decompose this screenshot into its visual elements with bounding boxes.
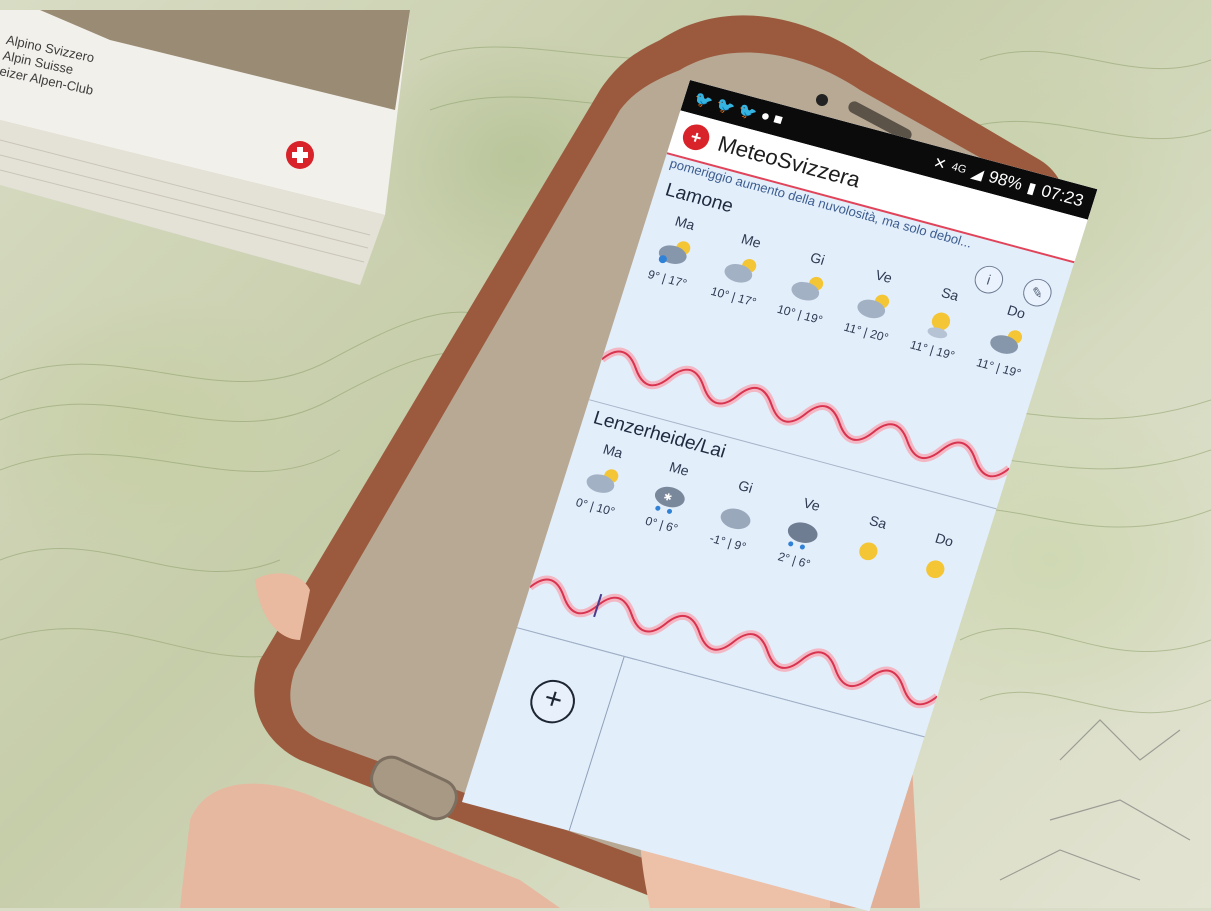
sun-icon [925,560,945,579]
network-type: 4G [950,160,968,177]
rain-cloud-icon [787,522,818,550]
battery-level: 98% [986,167,1025,195]
swiss-shield-icon: + [679,121,713,154]
signal-icon: ◢ [969,164,986,184]
sun-cloud-icon [725,259,757,283]
column-divider [566,656,625,838]
sun-cloud-rain-icon [658,241,691,264]
snow-cloud-icon: ✱ [655,486,686,514]
mute-icon: ✕ [931,154,949,174]
sun-cloud-icon [586,469,619,493]
clock: 07:23 [1038,181,1086,211]
sun-cloud-icon [990,330,1022,354]
video-icon: ■ [771,110,786,129]
battery-icon: ▮ [1025,179,1039,198]
sun-cloud-icon [791,276,823,301]
cloud-icon [720,508,751,530]
sun-cloud-icon [857,294,890,319]
twitter-icon: 🐦 [714,96,738,118]
sun-icon [859,542,878,561]
add-location-button[interactable]: + [524,674,581,729]
twitter-icon: 🐦 [692,90,716,112]
record-icon: ● [758,106,773,126]
sun-icon [928,312,951,339]
twitter-icon: 🐦 [736,101,760,124]
guide-book: Alpino Svizzero Alpin Suisse eizer Alpen… [0,0,420,300]
